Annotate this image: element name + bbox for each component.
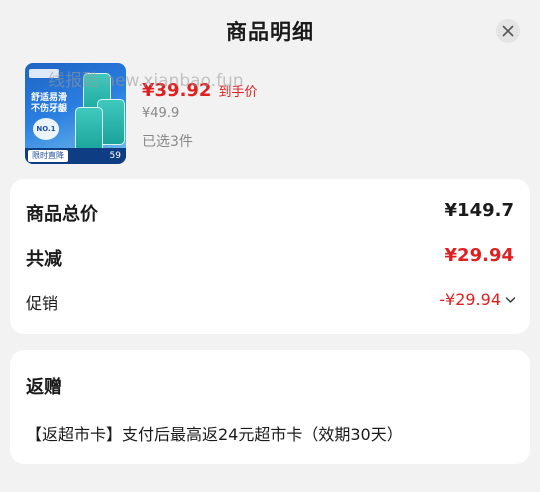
gift-card: 返赠 【返超市卡】支付后最高返24元超市卡（效期30天） [10, 350, 530, 464]
close-button[interactable] [496, 19, 520, 43]
gift-title: 返赠 [26, 377, 62, 398]
promo-toggle[interactable]: -¥29.94 [439, 290, 516, 309]
original-price: ¥49.9 [142, 106, 180, 121]
promo-label: 促销 [26, 294, 59, 313]
product-slogan: 舒适易滑 不伤牙龈 [31, 93, 68, 114]
rank-badge: NO.1 [33, 118, 59, 140]
product-box [75, 107, 103, 153]
total-value: ¥149.7 [444, 200, 514, 221]
watermark: 线报酷 new.xianbao.fun [48, 71, 244, 91]
total-label: 商品总价 [26, 204, 98, 225]
page-title: 商品明细 [226, 20, 314, 44]
promo-value: -¥29.94 [439, 290, 501, 309]
selected-quantity: 已选3件 [142, 134, 193, 150]
price-summary-card: 商品总价 ¥149.7 共减 ¥29.94 促销 -¥29.94 [10, 179, 530, 334]
discount-label: 共减 [26, 249, 62, 270]
discount-value: ¥29.94 [444, 245, 514, 266]
chevron-down-icon [505, 296, 516, 303]
rank-badge-text: NO.1 [36, 125, 56, 133]
promo-tag: 限时直降 [28, 150, 68, 162]
close-icon [502, 25, 514, 37]
header: 商品明细 [0, 0, 540, 62]
thumb-price: 59 [109, 151, 121, 161]
gift-description: 【返超市卡】支付后最高返24元超市卡（效期30天） [26, 425, 403, 444]
